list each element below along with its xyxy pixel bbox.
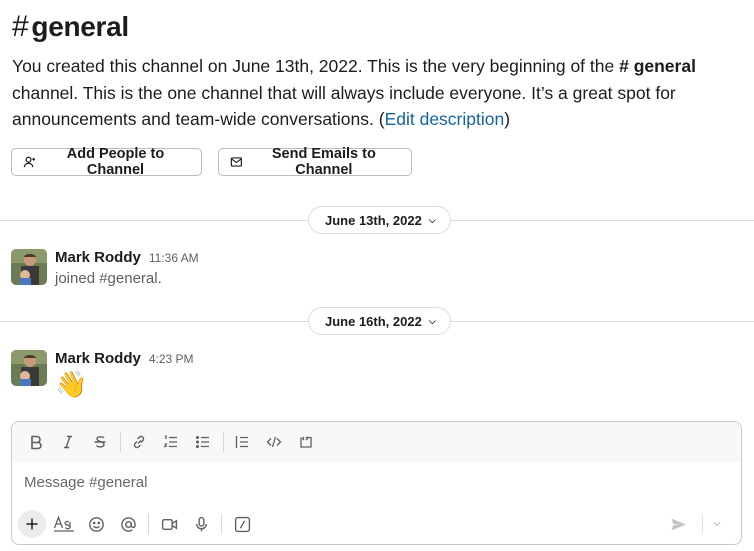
message-timestamp[interactable]: 4:23 PM	[149, 352, 194, 366]
avatar[interactable]	[11, 350, 47, 386]
date-label: June 13th, 2022	[325, 212, 422, 228]
avatar-image	[11, 249, 47, 285]
email-icon	[230, 157, 242, 167]
message-input[interactable]	[24, 470, 724, 494]
channel-title[interactable]: # general	[12, 10, 129, 44]
intro-text-before: You created this channel on June 13th, 2…	[12, 56, 620, 76]
message-author[interactable]: Mark Roddy	[55, 350, 141, 367]
strikethrough-icon[interactable]	[86, 428, 114, 456]
composer-actions	[12, 506, 741, 542]
intro-channel-ref: # general	[619, 56, 696, 76]
mention-icon[interactable]	[114, 510, 142, 538]
bulleted-list-icon[interactable]	[189, 428, 217, 456]
channel-hash-icon: #	[12, 10, 29, 43]
add-person-icon	[23, 156, 36, 168]
chevron-down-icon: ⌵	[428, 315, 436, 326]
code-block-icon[interactable]	[292, 428, 320, 456]
microphone-icon[interactable]	[187, 510, 215, 538]
ordered-list-icon[interactable]	[157, 428, 185, 456]
date-label: June 16th, 2022	[325, 313, 422, 329]
text-format-icon[interactable]	[50, 510, 78, 538]
chevron-down-icon[interactable]	[709, 510, 725, 538]
code-icon[interactable]	[260, 428, 288, 456]
message-author[interactable]: Mark Roddy	[55, 249, 141, 266]
emoji-icon[interactable]	[82, 510, 110, 538]
blockquote-icon[interactable]	[228, 428, 256, 456]
intro-text-after: channel. This is the one channel that wi…	[12, 82, 676, 130]
plus-icon[interactable]	[18, 510, 46, 538]
italic-icon[interactable]	[54, 428, 82, 456]
video-icon[interactable]	[155, 510, 183, 538]
link-icon[interactable]	[125, 428, 153, 456]
send-controls	[664, 510, 729, 538]
chevron-down-icon: ⌵	[428, 214, 436, 225]
slash-command-icon[interactable]	[228, 510, 256, 538]
message-composer	[11, 421, 742, 545]
add-people-button[interactable]: Add People to Channel	[11, 146, 202, 178]
message-timestamp[interactable]: 11:36 AM	[149, 251, 199, 265]
avatar-image	[11, 350, 47, 386]
send-emails-label: Send Emails to Channel	[271, 146, 376, 178]
message-text: joined #general.	[55, 270, 162, 287]
send-icon[interactable]	[664, 510, 692, 538]
send-divider	[702, 515, 703, 533]
date-jump-button[interactable]: June 13th, 2022 ⌵	[308, 206, 451, 234]
toolbar-divider	[223, 432, 224, 452]
toolbar-divider	[120, 432, 121, 452]
channel-intro: You created this channel on June 13th, 2…	[12, 53, 737, 133]
date-jump-button[interactable]: June 16th, 2022 ⌵	[308, 307, 451, 335]
formatting-toolbar	[12, 422, 741, 462]
bold-icon[interactable]	[22, 428, 50, 456]
wave-emoji: 👋	[55, 369, 88, 399]
avatar[interactable]	[11, 249, 47, 285]
send-emails-button[interactable]: Send Emails to Channel	[218, 146, 412, 178]
toolbar-divider	[148, 514, 149, 534]
intro-close-paren: )	[504, 109, 511, 129]
edit-description-link[interactable]: Edit description	[385, 109, 505, 129]
channel-name: general	[31, 11, 129, 42]
toolbar-divider	[221, 514, 222, 534]
add-people-label: Add People to Channel	[66, 146, 165, 178]
